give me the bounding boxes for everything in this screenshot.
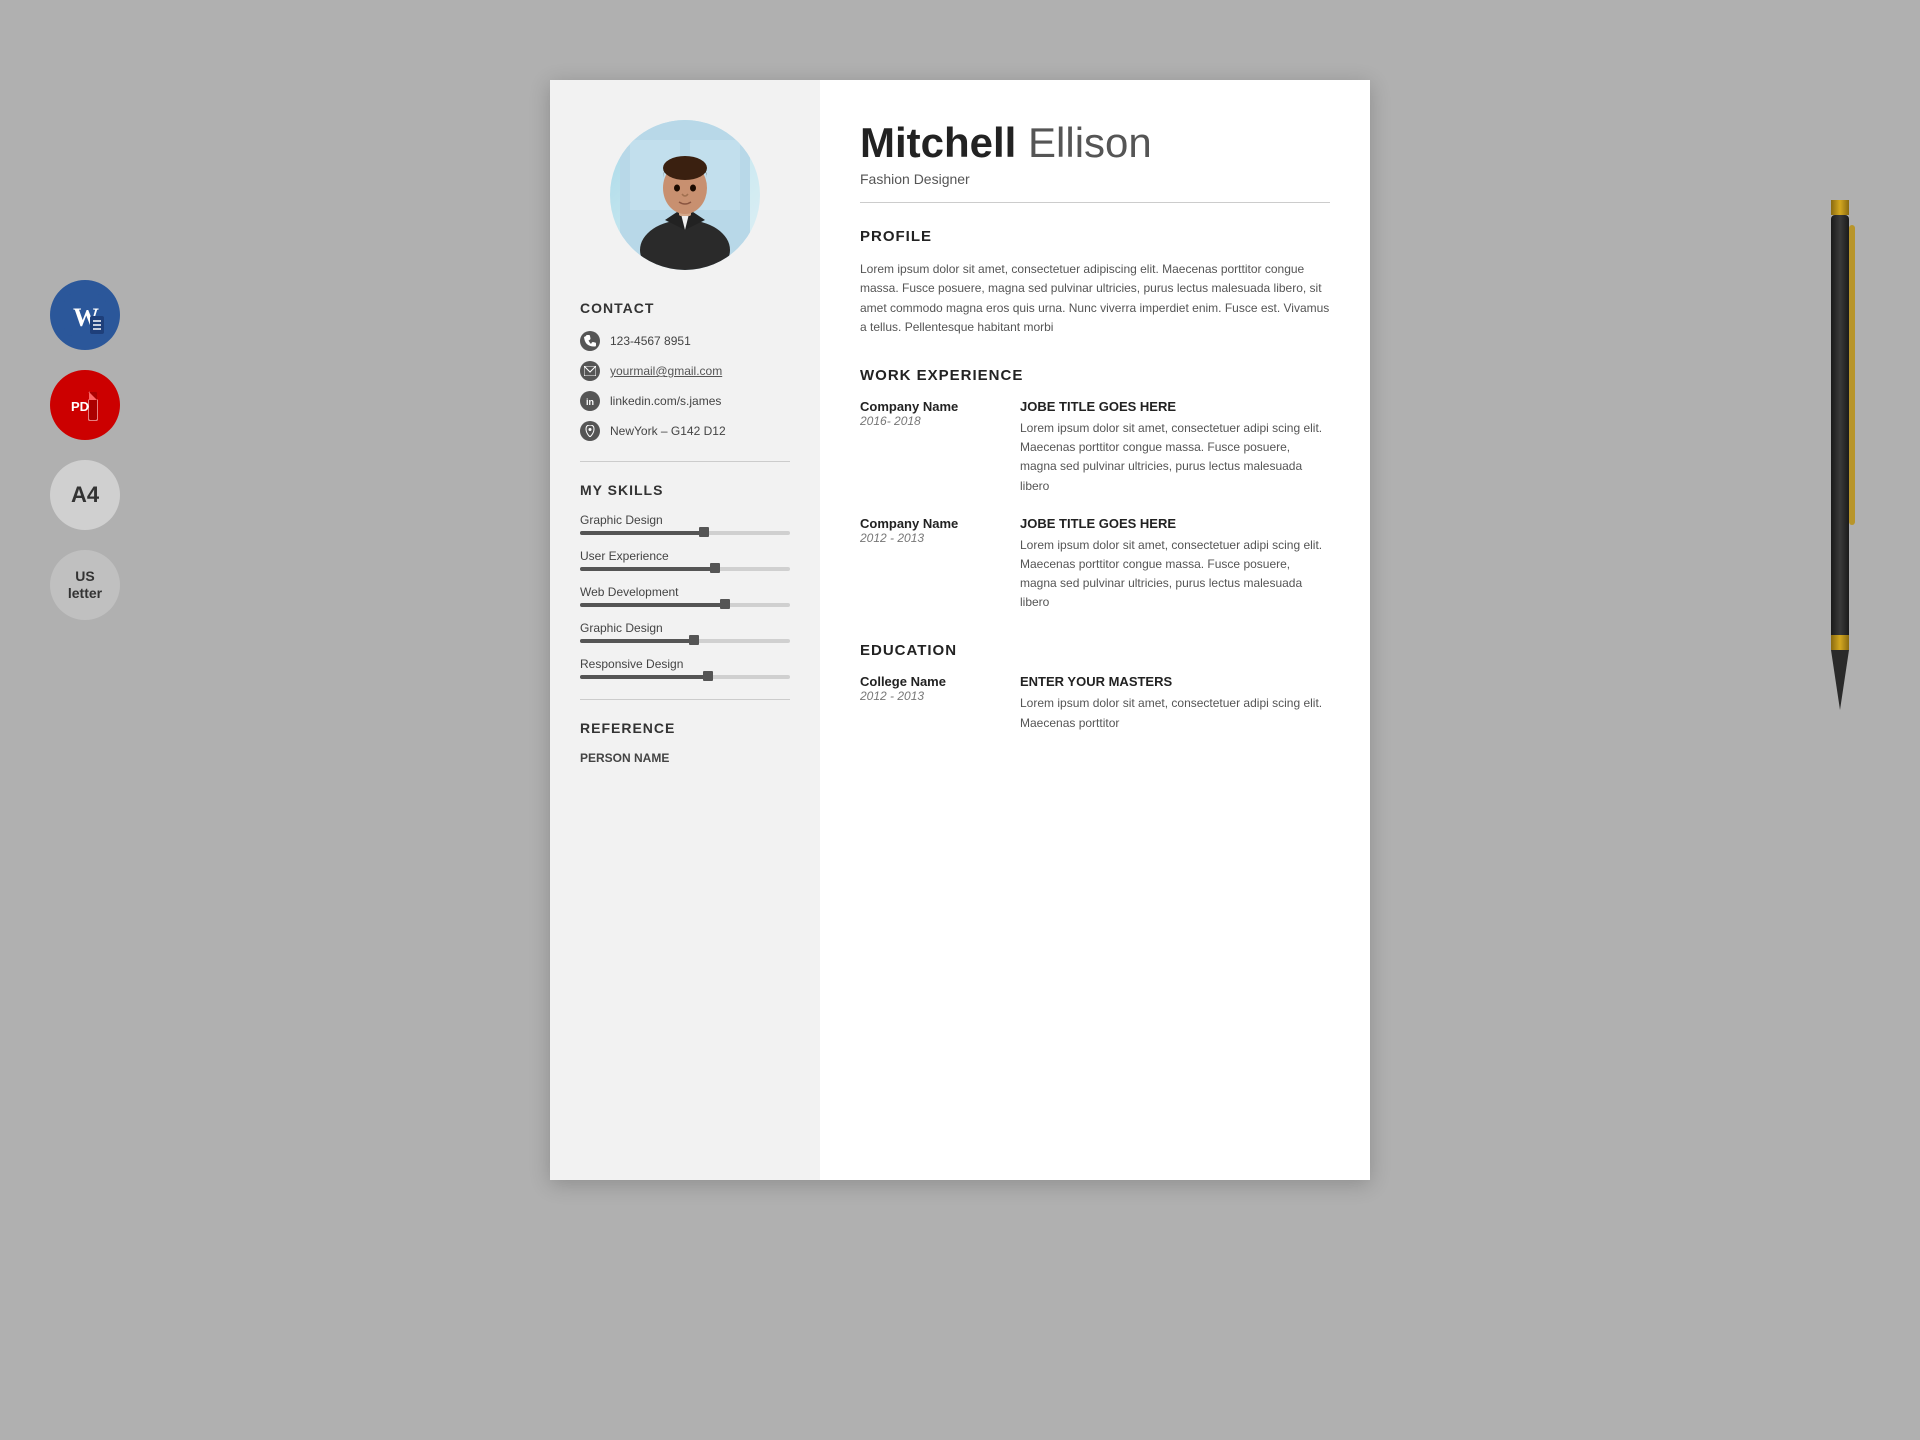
skill-name-1: Graphic Design: [580, 513, 790, 527]
linkedin-icon: in: [580, 391, 600, 411]
education-title: EDUCATION: [860, 642, 1330, 659]
skill-name-5: Responsive Design: [580, 657, 790, 671]
reference-title: REFERENCE: [580, 720, 790, 736]
a4-icon[interactable]: A4: [50, 460, 120, 530]
contact-linkedin: in linkedin.com/s.james: [580, 391, 790, 411]
person-name: Mitchell Ellison: [860, 120, 1330, 166]
skill-bar-bg-3: [580, 603, 790, 607]
work-title: WORK EXPERIENCE: [860, 367, 1330, 384]
skill-item-4: Graphic Design: [580, 621, 790, 643]
pen-gold-top: [1831, 200, 1849, 215]
profile-photo-container: [580, 120, 790, 270]
skill-bar-bg-2: [580, 567, 790, 571]
skills-title: MY SKILLS: [580, 482, 790, 498]
pdf-icon-svg: PDF: [64, 384, 106, 426]
resume-sidebar: CONTACT 123-4567 8951 yourmail@gmail.com: [550, 80, 820, 1180]
skill-bar-bg-4: [580, 639, 790, 643]
contact-section: CONTACT 123-4567 8951 yourmail@gmail.com: [580, 300, 790, 441]
linkedin-url: linkedin.com/s.james: [610, 394, 721, 408]
profile-section: PROFILE Lorem ipsum dolor sit amet, cons…: [860, 228, 1330, 337]
work-dates-1: 2016- 2018: [860, 414, 1000, 428]
email-icon: [580, 361, 600, 381]
edu-desc-1: Lorem ipsum dolor sit amet, consectetuer…: [1020, 694, 1330, 732]
pen-tip: [1831, 650, 1849, 710]
divider-2: [580, 699, 790, 700]
work-left-2: Company Name 2012 - 2013: [860, 516, 1000, 613]
location-text: NewYork – G142 D12: [610, 424, 726, 438]
contact-phone: 123-4567 8951: [580, 331, 790, 351]
work-left-1: Company Name 2016- 2018: [860, 399, 1000, 496]
pen-decoration: [1820, 200, 1860, 720]
skill-item-5: Responsive Design: [580, 657, 790, 679]
us-letter-icon[interactable]: USletter: [50, 550, 120, 620]
edu-right-1: ENTER YOUR MASTERS Lorem ipsum dolor sit…: [1020, 674, 1330, 732]
left-icons-panel: W PDF A4 USletter: [50, 280, 120, 620]
last-name-text: Ellison: [1028, 119, 1152, 166]
profile-photo: [610, 120, 760, 270]
work-desc-1: Lorem ipsum dolor sit amet, consectetuer…: [1020, 419, 1330, 496]
work-entry-2: Company Name 2012 - 2013 JOBE TITLE GOES…: [860, 516, 1330, 613]
resume-document: CONTACT 123-4567 8951 yourmail@gmail.com: [550, 80, 1370, 1180]
skill-item-2: User Experience: [580, 549, 790, 571]
pdf-icon[interactable]: PDF: [50, 370, 120, 440]
email-address: yourmail@gmail.com: [610, 364, 722, 378]
skill-bar-fill-2: [580, 567, 717, 571]
word-icon-svg: W: [64, 294, 106, 336]
contact-email: yourmail@gmail.com: [580, 361, 790, 381]
education-section: EDUCATION College Name 2012 - 2013 ENTER…: [860, 642, 1330, 732]
pen-gold-bottom: [1831, 635, 1849, 650]
skill-bar-bg-1: [580, 531, 790, 535]
skill-name-3: Web Development: [580, 585, 790, 599]
contact-title: CONTACT: [580, 300, 790, 316]
pen-body: [1831, 215, 1849, 635]
degree-1: ENTER YOUR MASTERS: [1020, 674, 1330, 689]
work-dates-2: 2012 - 2013: [860, 531, 1000, 545]
svg-text:in: in: [586, 397, 594, 407]
skill-bar-fill-1: [580, 531, 706, 535]
college-1: College Name: [860, 674, 1000, 689]
skills-section: MY SKILLS Graphic Design User Experience…: [580, 482, 790, 679]
skill-item-1: Graphic Design: [580, 513, 790, 535]
skill-item-3: Web Development: [580, 585, 790, 607]
skill-name-2: User Experience: [580, 549, 790, 563]
profile-title: PROFILE: [860, 228, 1330, 245]
resume-header: Mitchell Ellison Fashion Designer: [860, 120, 1330, 203]
profile-text: Lorem ipsum dolor sit amet, consectetuer…: [860, 260, 1330, 337]
profile-avatar-svg: [620, 120, 750, 270]
skill-name-4: Graphic Design: [580, 621, 790, 635]
work-right-1: JOBE TITLE GOES HERE Lorem ipsum dolor s…: [1020, 399, 1330, 496]
job-title-2: JOBE TITLE GOES HERE: [1020, 516, 1330, 531]
divider-1: [580, 461, 790, 462]
person-title: Fashion Designer: [860, 171, 1330, 187]
work-desc-2: Lorem ipsum dolor sit amet, consectetuer…: [1020, 536, 1330, 613]
a4-label: A4: [71, 482, 99, 508]
edu-entry-1: College Name 2012 - 2013 ENTER YOUR MAST…: [860, 674, 1330, 732]
job-title-1: JOBE TITLE GOES HERE: [1020, 399, 1330, 414]
reference-section: REFERENCE PERSON NAME: [580, 720, 790, 765]
location-icon: [580, 421, 600, 441]
us-label: USletter: [68, 568, 102, 602]
work-right-2: JOBE TITLE GOES HERE Lorem ipsum dolor s…: [1020, 516, 1330, 613]
work-entry-1: Company Name 2016- 2018 JOBE TITLE GOES …: [860, 399, 1330, 496]
first-name: Mitchell: [860, 119, 1016, 166]
skill-bar-fill-3: [580, 603, 727, 607]
work-experience-section: WORK EXPERIENCE Company Name 2016- 2018 …: [860, 367, 1330, 613]
edu-dates-1: 2012 - 2013: [860, 689, 1000, 703]
skill-bar-fill-4: [580, 639, 696, 643]
contact-location: NewYork – G142 D12: [580, 421, 790, 441]
resume-main-content: Mitchell Ellison Fashion Designer PROFIL…: [820, 80, 1370, 1180]
skill-bar-bg-5: [580, 675, 790, 679]
pen-clip: [1849, 225, 1855, 525]
phone-icon: [580, 331, 600, 351]
word-icon[interactable]: W: [50, 280, 120, 350]
header-divider: [860, 202, 1330, 203]
edu-left-1: College Name 2012 - 2013: [860, 674, 1000, 732]
company-2: Company Name: [860, 516, 1000, 531]
phone-number: 123-4567 8951: [610, 334, 691, 348]
skill-bar-fill-5: [580, 675, 710, 679]
company-1: Company Name: [860, 399, 1000, 414]
reference-person: PERSON NAME: [580, 751, 790, 765]
